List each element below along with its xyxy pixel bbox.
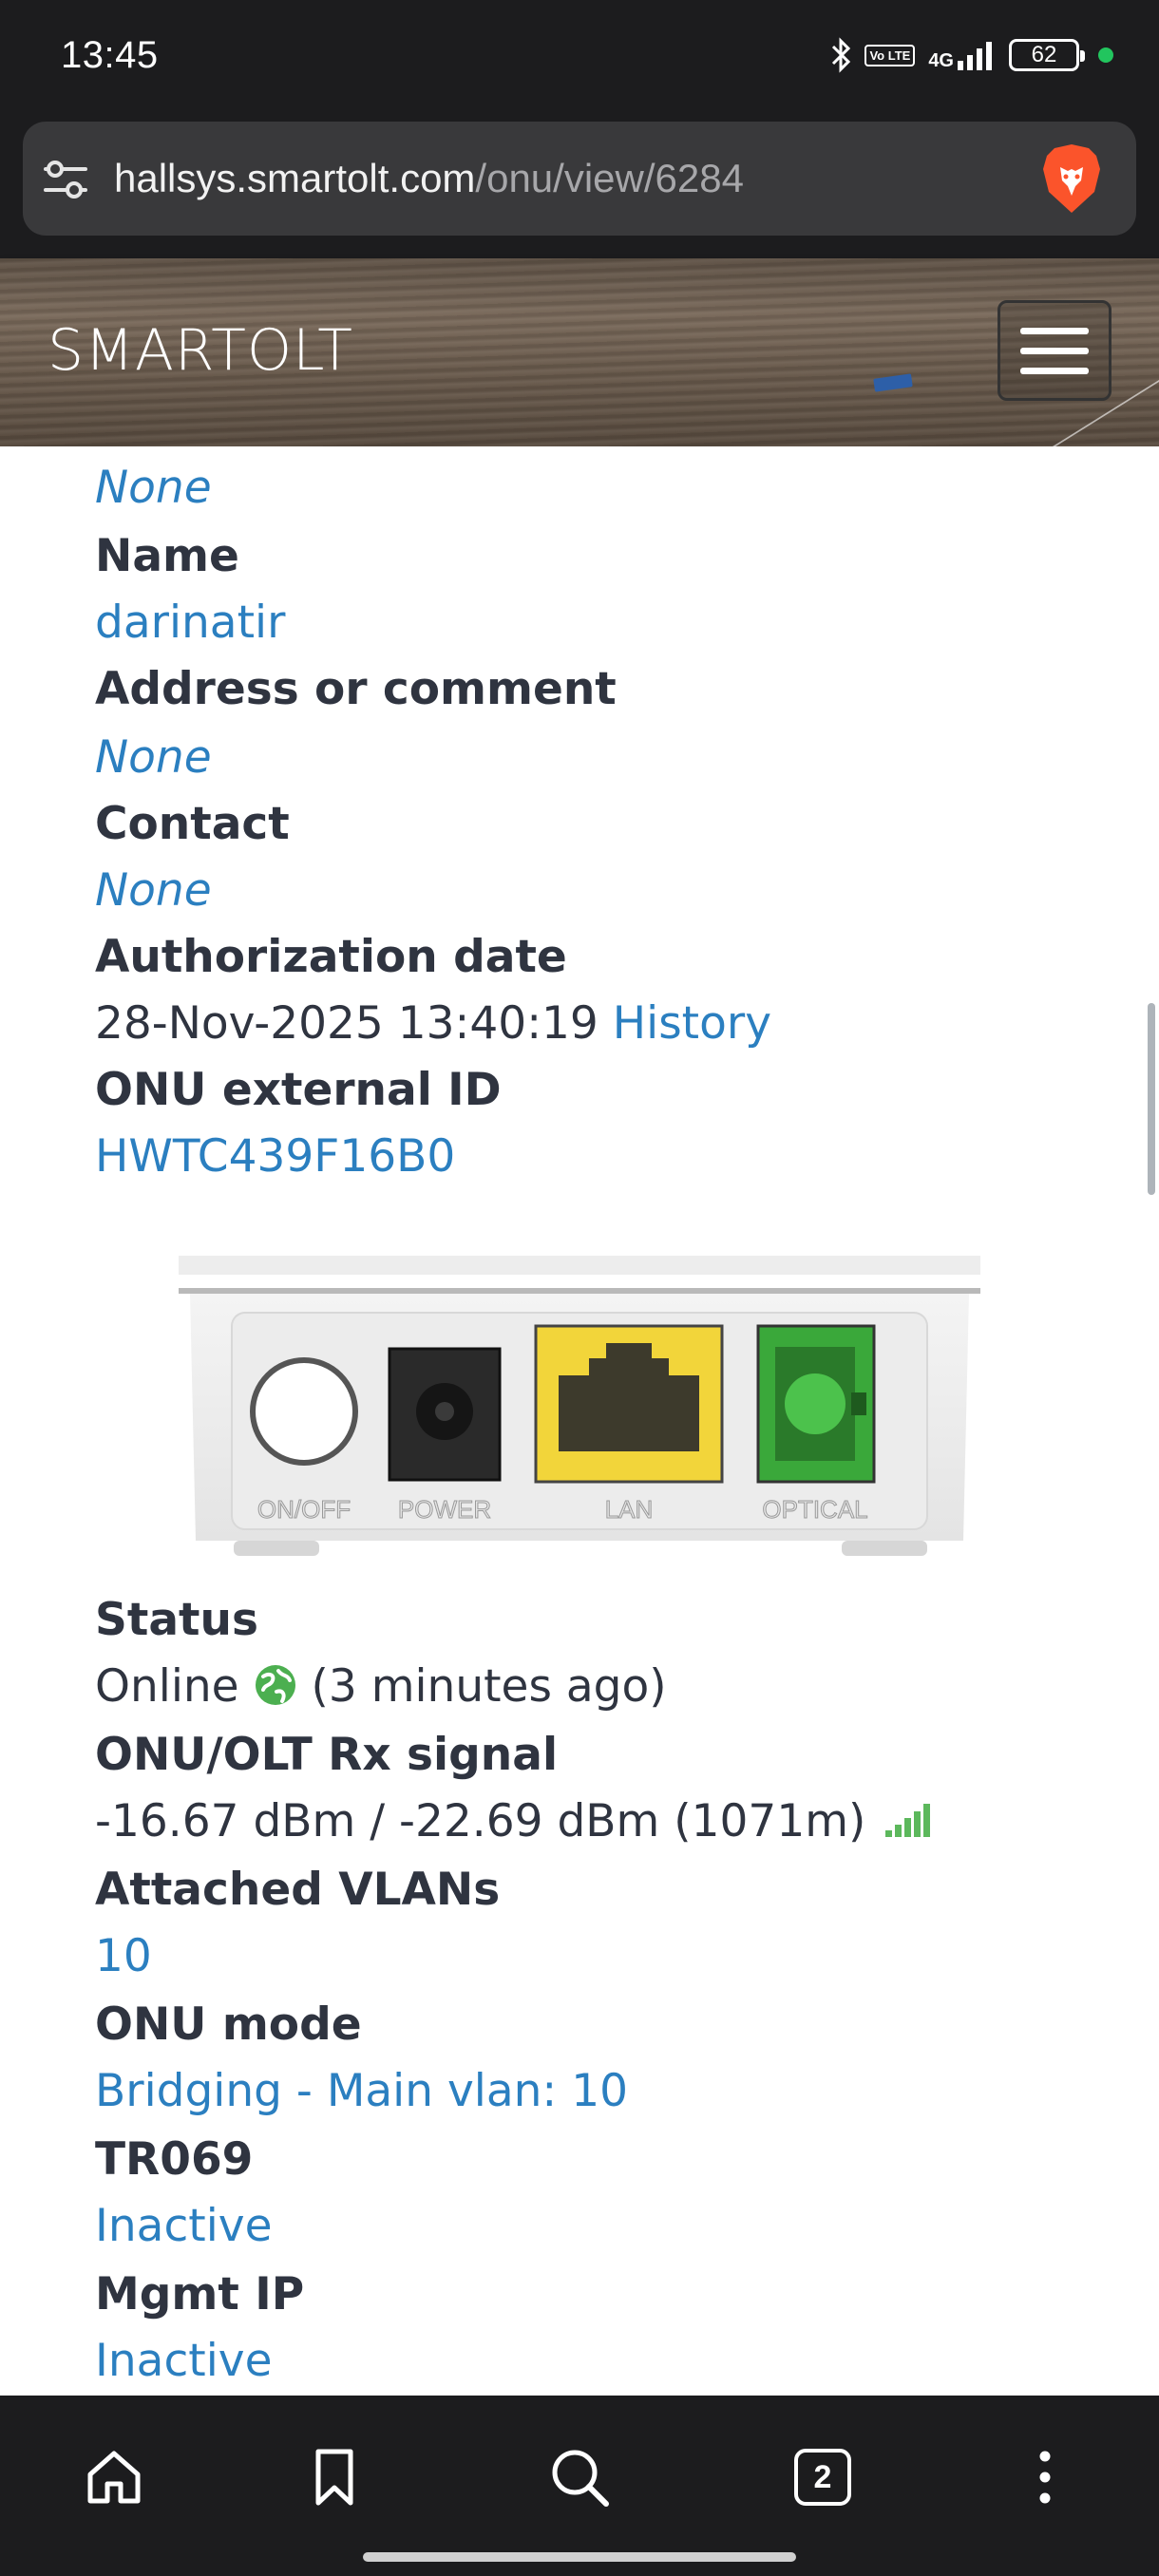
site-header: SMARTOLT xyxy=(0,258,1159,446)
port-label-power: POWER xyxy=(398,1495,491,1524)
onu-details: None Name darinatir Address or comment N… xyxy=(0,446,1159,2396)
authorization-date-value: 28-Nov-2025 13:40:19 xyxy=(95,997,598,1050)
rx-signal-label: ONU/OLT Rx signal xyxy=(95,1729,559,1781)
tabs-button[interactable]: 2 xyxy=(785,2439,861,2515)
search-button[interactable] xyxy=(542,2439,618,2515)
browser-toolbar: hallsys.smartolt.com/onu/view/6284 xyxy=(0,112,1159,258)
bookmarks-button[interactable] xyxy=(296,2439,372,2515)
home-icon xyxy=(87,2451,141,2504)
rx-signal-value: -16.67 dBm / -22.69 dBm (1071m) xyxy=(95,1795,866,1847)
bluetooth-icon xyxy=(832,37,851,73)
address-value-link[interactable]: None xyxy=(95,731,212,784)
bookmark-icon xyxy=(315,2449,353,2506)
address-label: Address or comment xyxy=(95,663,617,715)
page-scrollbar[interactable] xyxy=(1148,1003,1155,1195)
onu-mode-label: ONU mode xyxy=(95,1998,362,2051)
header-background-detail xyxy=(873,373,913,392)
name-label: Name xyxy=(95,530,239,582)
status-last-seen: (3 minutes ago) xyxy=(311,1660,667,1713)
status-row: Online (3 minutes ago) xyxy=(95,1660,667,1713)
port-label-optical: OPTICAL xyxy=(762,1495,867,1524)
port-label-lan: LAN xyxy=(605,1495,654,1524)
privacy-dot-icon xyxy=(1098,47,1113,63)
authorization-date-label: Authorization date xyxy=(95,931,567,983)
browser-bottom-bar: 2 xyxy=(0,2396,1159,2576)
signal-bars-icon xyxy=(958,42,992,70)
name-value-link[interactable]: darinatir xyxy=(95,597,285,649)
onu-device-image: ON/OFF POWER LAN OPTICAL xyxy=(179,1256,980,1556)
signal-strength-icon xyxy=(885,1804,931,1837)
contact-value-link[interactable]: None xyxy=(95,864,212,917)
hamburger-icon-line xyxy=(1020,327,1089,334)
external-id-value-link[interactable]: HWTC439F16B0 xyxy=(95,1130,455,1183)
port-label-onoff: ON/OFF xyxy=(257,1495,351,1524)
hamburger-icon-line xyxy=(1020,347,1089,354)
url-text[interactable]: hallsys.smartolt.com/onu/view/6284 xyxy=(114,156,744,201)
rx-signal-row: -16.67 dBm / -22.69 dBm (1071m) xyxy=(95,1795,933,1847)
authorization-date-row: 28-Nov-2025 13:40:19 History xyxy=(95,997,771,1050)
signal-icon: 4G xyxy=(928,40,996,70)
vlans-label: Attached VLANs xyxy=(95,1864,501,1916)
volte-icon: Vo LTE xyxy=(864,44,916,66)
tr069-value-link[interactable]: Inactive xyxy=(95,2200,273,2252)
external-id-label: ONU external ID xyxy=(95,1064,502,1116)
onu-mode-value-link[interactable]: Bridging - Main vlan: 10 xyxy=(95,2065,628,2117)
online-globe-icon xyxy=(255,1665,295,1705)
network-type: 4G xyxy=(928,50,954,71)
url-path: /onu/view/6284 xyxy=(475,156,744,200)
system-status-bar: 13:45 Vo LTE 4G 62 xyxy=(0,0,1159,112)
contact-label: Contact xyxy=(95,798,290,850)
status-icons: Vo LTE 4G 62 xyxy=(830,32,1113,78)
address-bar[interactable]: hallsys.smartolt.com/onu/view/6284 xyxy=(23,122,1136,236)
site-settings-icon[interactable] xyxy=(42,158,89,201)
more-menu-button[interactable] xyxy=(1007,2439,1083,2515)
battery-icon: 62 xyxy=(1009,39,1085,71)
tabs-count-icon: 2 xyxy=(794,2449,851,2506)
mgmt-ip-value-link[interactable]: Inactive xyxy=(95,2335,273,2387)
tr069-label: TR069 xyxy=(95,2133,254,2186)
home-button[interactable] xyxy=(76,2439,152,2515)
url-host: hallsys.smartolt.com xyxy=(114,156,476,200)
search-icon xyxy=(552,2450,609,2507)
site-logo[interactable]: SMARTOLT xyxy=(48,317,353,384)
battery-level: 62 xyxy=(1031,42,1057,67)
history-link[interactable]: History xyxy=(613,997,771,1050)
menu-toggle-button[interactable] xyxy=(998,300,1112,401)
status-value: Online xyxy=(95,1660,239,1713)
hamburger-icon-line xyxy=(1020,367,1089,374)
status-label: Status xyxy=(95,1594,258,1646)
brave-shields-icon[interactable] xyxy=(1039,142,1104,215)
previous-field-value[interactable]: None xyxy=(95,462,212,514)
vlans-value-link[interactable]: 10 xyxy=(95,1930,152,1982)
status-time: 13:45 xyxy=(61,34,159,76)
mgmt-ip-label: Mgmt IP xyxy=(95,2268,305,2320)
more-vertical-icon xyxy=(1039,2451,1051,2504)
gesture-home-indicator[interactable] xyxy=(363,2552,796,2562)
